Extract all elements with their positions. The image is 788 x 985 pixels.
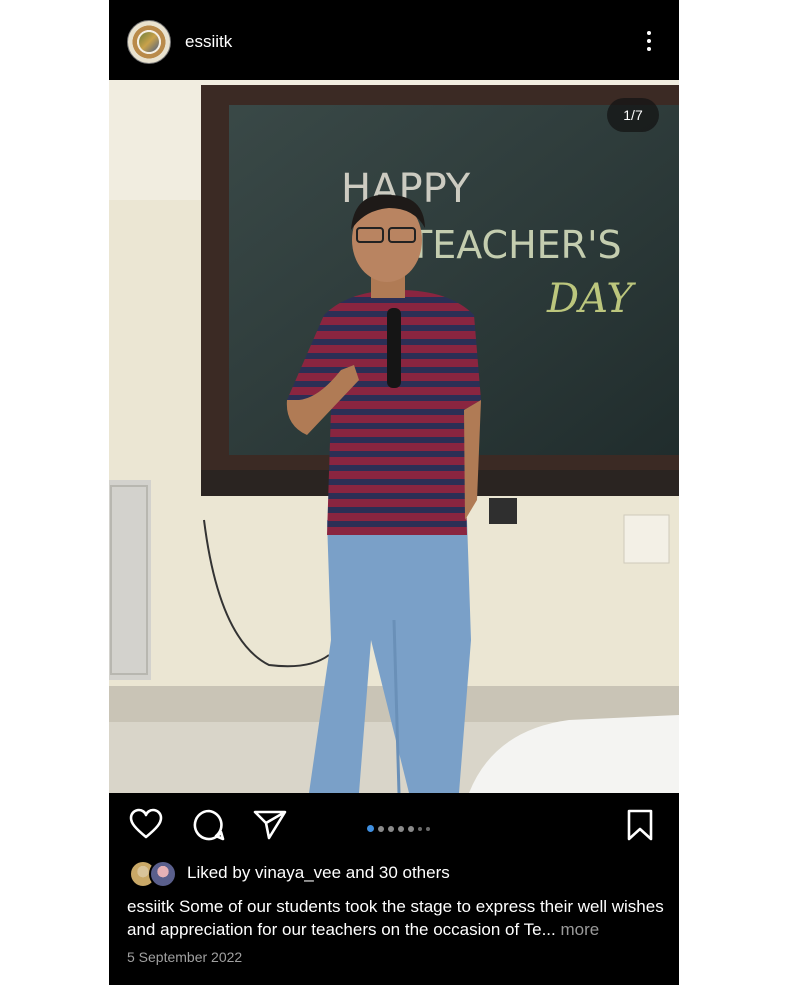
liked-by-suffix[interactable]: and 30 others	[341, 863, 450, 882]
post-photo[interactable]: HAPPY TEACHER'S DAY 1/7	[109, 80, 679, 793]
post-header: essiitk	[109, 0, 679, 80]
liked-by-text: Liked by vinaya_vee and 30 others	[187, 863, 450, 883]
carousel-dot	[398, 825, 404, 832]
profile-avatar[interactable]	[127, 20, 171, 64]
post-date: 5 September 2022	[127, 949, 243, 965]
caption-username[interactable]: essiitk	[127, 897, 174, 916]
likes-row[interactable]: Liked by vinaya_vee and 30 others	[129, 860, 669, 888]
username[interactable]: essiitk	[185, 32, 232, 52]
more-link[interactable]: more	[556, 920, 599, 939]
more-vertical-icon[interactable]	[639, 28, 659, 56]
carousel-dot	[418, 826, 422, 831]
heart-icon[interactable]	[129, 808, 163, 842]
comment-icon[interactable]	[192, 808, 226, 842]
post-caption: essiitk Some of our students took the st…	[127, 895, 667, 941]
liked-by-prefix: Liked by	[187, 863, 256, 882]
liker-avatar	[149, 860, 177, 888]
carousel-counter: 1/7	[607, 98, 659, 132]
photo-illustration: HAPPY TEACHER'S DAY	[109, 80, 679, 793]
carousel-dot	[367, 825, 374, 833]
send-icon[interactable]	[253, 808, 287, 842]
carousel-dot	[408, 825, 414, 832]
chalk-text-3: DAY	[546, 276, 636, 322]
carousel-dot	[378, 825, 384, 832]
carousel-dot	[426, 826, 430, 831]
carousel-indicator	[367, 820, 434, 833]
bookmark-icon[interactable]	[623, 808, 657, 842]
carousel-dot	[388, 825, 394, 832]
liked-by-user[interactable]: vinaya_vee	[255, 863, 341, 882]
chalk-text-2: TEACHER'S	[408, 223, 622, 267]
post-container: essiitk HAPPY TEACHER'S DAY 1/7 Liked by…	[109, 0, 679, 985]
